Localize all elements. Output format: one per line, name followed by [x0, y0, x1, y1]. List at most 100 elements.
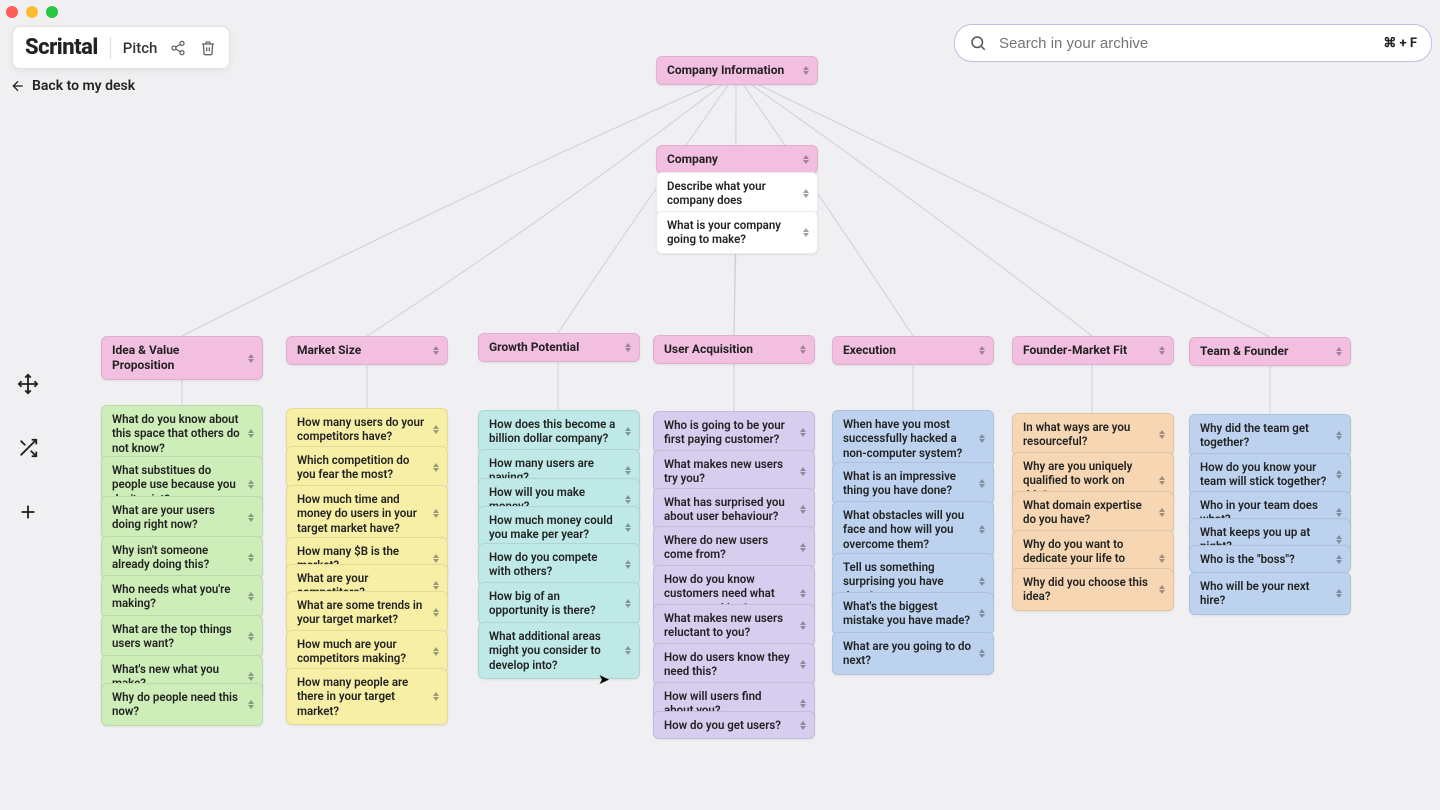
q-user-8[interactable]: How do you get users?	[653, 711, 815, 739]
sort-handle-icon[interactable]	[246, 427, 256, 441]
q-exec-5[interactable]: What are you going to do next?	[832, 632, 994, 675]
cat-team[interactable]: Team & Founder	[1189, 337, 1351, 366]
q-idea-7[interactable]: Why do people need this now?	[101, 683, 263, 726]
q-fm-2[interactable]: What domain expertise do you have?	[1012, 491, 1174, 534]
sort-handle-icon[interactable]	[623, 424, 633, 438]
sort-handle-icon[interactable]	[977, 476, 987, 490]
sort-handle-icon[interactable]	[1334, 467, 1344, 481]
q-user-5[interactable]: What makes new users reluctant to you?	[653, 604, 815, 647]
q-idea-2[interactable]: What are your users doing right now?	[101, 496, 263, 539]
q-growth-0[interactable]: How does this become a billion dollar co…	[478, 410, 640, 453]
sort-handle-icon[interactable]	[1334, 552, 1344, 566]
q-growth-4[interactable]: How do you compete with others?	[478, 543, 640, 586]
q-team-5[interactable]: Who will be your next hire?	[1189, 572, 1351, 615]
q-market-6[interactable]: How much are your competitors making?	[286, 630, 448, 673]
node-company-q1[interactable]: Describe what your company does	[656, 172, 818, 215]
sort-handle-icon[interactable]	[798, 618, 808, 632]
sort-handle-icon[interactable]	[798, 657, 808, 671]
q-user-3[interactable]: Where do new users come from?	[653, 526, 815, 569]
sort-handle-icon[interactable]	[1157, 505, 1167, 519]
q-growth-5[interactable]: How big of an opportunity is there?	[478, 582, 640, 625]
sort-handle-icon[interactable]	[623, 596, 633, 610]
sort-handle-icon[interactable]	[798, 343, 808, 357]
sort-handle-icon[interactable]	[977, 575, 987, 589]
q-user-0[interactable]: Who is going to be your first paying cus…	[653, 411, 815, 454]
q-user-2[interactable]: What has surprised you about user behavi…	[653, 488, 815, 531]
q-team-0[interactable]: Why did the team get together?	[1189, 414, 1351, 457]
sort-handle-icon[interactable]	[801, 153, 811, 167]
sort-handle-icon[interactable]	[798, 718, 808, 732]
sort-handle-icon[interactable]	[431, 605, 441, 619]
sort-handle-icon[interactable]	[1334, 428, 1344, 442]
sort-handle-icon[interactable]	[798, 696, 808, 710]
sort-handle-icon[interactable]	[1334, 586, 1344, 600]
sort-handle-icon[interactable]	[977, 344, 987, 358]
q-user-1[interactable]: What makes new users try you?	[653, 450, 815, 493]
q-market-5[interactable]: What are some trends in your target mark…	[286, 591, 448, 634]
q-idea-5[interactable]: What are the top things users want?	[101, 615, 263, 658]
sort-handle-icon[interactable]	[623, 557, 633, 571]
sort-handle-icon[interactable]	[246, 510, 256, 524]
sort-handle-icon[interactable]	[623, 341, 633, 355]
q-team-1[interactable]: How do you know your team will stick tog…	[1189, 453, 1351, 496]
sort-handle-icon[interactable]	[801, 225, 811, 239]
sort-handle-icon[interactable]	[801, 64, 811, 78]
q-market-7[interactable]: How many people are there in your target…	[286, 668, 448, 725]
sort-handle-icon[interactable]	[246, 550, 256, 564]
q-exec-0[interactable]: When have you most successfully hacked a…	[832, 410, 994, 467]
sort-handle-icon[interactable]	[246, 589, 256, 603]
q-exec-1[interactable]: What is an impressive thing you have don…	[832, 462, 994, 505]
sort-handle-icon[interactable]	[798, 425, 808, 439]
sort-handle-icon[interactable]	[246, 478, 256, 492]
q-exec-2[interactable]: What obstacles will you face and how wil…	[832, 501, 994, 558]
sort-handle-icon[interactable]	[246, 669, 256, 683]
sort-handle-icon[interactable]	[431, 507, 441, 521]
sort-handle-icon[interactable]	[246, 697, 256, 711]
sort-handle-icon[interactable]	[977, 646, 987, 660]
sort-handle-icon[interactable]	[623, 463, 633, 477]
q-fm-4[interactable]: Why did you choose this idea?	[1012, 568, 1174, 611]
sort-handle-icon[interactable]	[798, 587, 808, 601]
sort-handle-icon[interactable]	[1157, 474, 1167, 488]
sort-handle-icon[interactable]	[431, 644, 441, 658]
cat-idea[interactable]: Idea & Value Proposition	[101, 336, 263, 380]
sort-handle-icon[interactable]	[431, 344, 441, 358]
sort-handle-icon[interactable]	[246, 351, 256, 365]
sort-handle-icon[interactable]	[431, 460, 441, 474]
cat-market[interactable]: Market Size	[286, 336, 448, 365]
sort-handle-icon[interactable]	[798, 502, 808, 516]
sort-handle-icon[interactable]	[1157, 582, 1167, 596]
q-idea-0[interactable]: What do you know about this space that o…	[101, 405, 263, 462]
q-exec-4[interactable]: What's the biggest mistake you have made…	[832, 592, 994, 635]
sort-handle-icon[interactable]	[431, 422, 441, 436]
q-market-1[interactable]: Which competition do you fear the most?	[286, 446, 448, 489]
q-market-0[interactable]: How many users do your competitors have?	[286, 408, 448, 451]
sort-handle-icon[interactable]	[623, 492, 633, 506]
cat-growth[interactable]: Growth Potential	[478, 333, 640, 362]
sort-handle-icon[interactable]	[431, 690, 441, 704]
q-user-6[interactable]: How do users know they need this?	[653, 643, 815, 686]
sort-handle-icon[interactable]	[798, 464, 808, 478]
sort-handle-icon[interactable]	[246, 629, 256, 643]
q-team-4[interactable]: Who is the "boss"?	[1189, 545, 1351, 573]
q-fm-0[interactable]: In what ways are you resourceful?	[1012, 413, 1174, 456]
cat-user[interactable]: User Acquisition	[653, 335, 815, 364]
cat-exec[interactable]: Execution	[832, 336, 994, 365]
mindmap-canvas[interactable]: Company Information Company Describe wha…	[0, 0, 1440, 810]
sort-handle-icon[interactable]	[623, 520, 633, 534]
node-company-q2[interactable]: What is your company going to make?	[656, 211, 818, 254]
sort-handle-icon[interactable]	[1157, 344, 1167, 358]
sort-handle-icon[interactable]	[623, 644, 633, 658]
cat-fm[interactable]: Founder-Market Fit	[1012, 336, 1174, 365]
sort-handle-icon[interactable]	[798, 540, 808, 554]
node-company-header[interactable]: Company	[656, 145, 818, 174]
q-idea-3[interactable]: Why isn't someone already doing this?	[101, 536, 263, 579]
sort-handle-icon[interactable]	[1157, 552, 1167, 566]
q-market-2[interactable]: How much time and money do users in your…	[286, 485, 448, 542]
sort-handle-icon[interactable]	[977, 523, 987, 537]
sort-handle-icon[interactable]	[977, 606, 987, 620]
q-idea-4[interactable]: Who needs what you're making?	[101, 575, 263, 618]
q-growth-6[interactable]: What additional areas might you consider…	[478, 622, 640, 679]
sort-handle-icon[interactable]	[801, 186, 811, 200]
sort-handle-icon[interactable]	[1334, 345, 1344, 359]
